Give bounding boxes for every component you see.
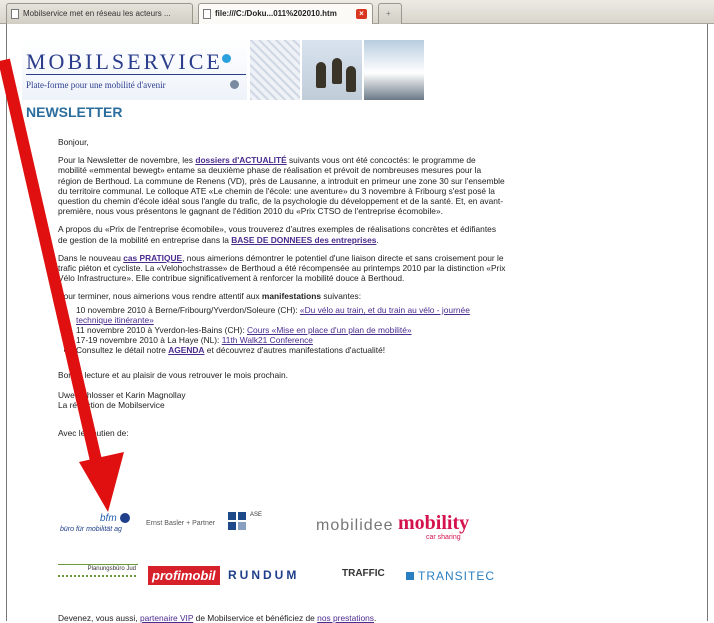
footer-text: Devenez, vous aussi, partenaire VIP de M… (58, 613, 377, 623)
paragraph-cas-pratique: Dans le nouveau cas PRATIQUE, nous aimer… (58, 252, 506, 284)
sponsor-label: Avec le soutien de: (58, 428, 129, 439)
list-item: Consultez le détail notre AGENDA et déco… (76, 345, 506, 355)
tab-label: Mobilservice met en réseau les acteurs .… (23, 9, 171, 18)
logo-dot-icon (230, 80, 239, 89)
mobilservice-logo: MOBILSERVICE Plate-forme pour une mobili… (22, 40, 247, 100)
list-item: 17-19 novembre 2010 à La Haye (NL): 11th… (76, 335, 506, 345)
sponsor-logos-row-2: Planungsbüro Jud profimobil RUNDUM TRAFF… (58, 564, 508, 590)
cas-pratique-link[interactable]: cas PRATIQUE (123, 253, 182, 263)
partenaire-vip-link[interactable]: partenaire VIP (140, 613, 193, 623)
tab-mobilservice[interactable]: Mobilservice met en réseau les acteurs .… (6, 3, 193, 24)
transitec-logo[interactable]: TRANSITEC (406, 569, 495, 583)
logo-divider (26, 74, 246, 75)
mobility-logo[interactable]: mobility car sharing (398, 512, 469, 541)
newsletter-heading: NEWSLETTER (26, 104, 123, 120)
plus-icon: + (386, 9, 391, 18)
close-tab-icon[interactable]: × (356, 9, 367, 19)
closing: Bonne lecture et au plaisir de vous retr… (58, 369, 288, 380)
paragraph-entreprises: A propos du «Prix de l'entreprise écomob… (58, 224, 497, 245)
event-link[interactable]: 11th Walk21 Conference (222, 335, 313, 345)
logo-dot-icon (222, 54, 231, 63)
signature: Uwe Schlosser et Karin Magnollay La rédac… (58, 389, 186, 411)
new-tab-button[interactable]: + (378, 3, 402, 24)
browser-tab-bar: Mobilservice met en réseau les acteurs .… (0, 0, 714, 24)
tab-newsletter-file[interactable]: file:///C:/Doku...011%202010.htm × (198, 3, 373, 24)
page-icon (11, 9, 19, 19)
list-item: 11 novembre 2010 à Yverdon-les-Bains (CH… (76, 325, 506, 335)
page-icon (203, 9, 211, 19)
profimobil-logo[interactable]: profimobil (148, 566, 220, 585)
logo-subtitle: Plate-forme pour une mobilité d'avenir (26, 80, 166, 90)
agenda-link[interactable]: AGENDA (168, 345, 204, 355)
paragraph-manifestations: Pour terminer, nous aimerions vous rendr… (58, 291, 362, 302)
nos-prestations-link[interactable]: nos prestations (317, 613, 374, 623)
bridge-photo (250, 40, 300, 100)
rundum-logo[interactable]: RUNDUM (228, 568, 299, 582)
bfm-logo[interactable]: bfm bürо für mobilität ag (60, 512, 130, 538)
mobilservice-banner[interactable]: MOBILSERVICE Plate-forme pour une mobili… (22, 40, 482, 100)
paragraph-actualite: Pour la Newsletter de novembre, les doss… (58, 155, 505, 217)
planungsbuero-jud-logo[interactable]: Planungsbüro Jud (58, 564, 138, 588)
traffic-logo[interactable]: TRAFFIC (342, 568, 385, 579)
event-link[interactable]: Cours «Mise en place d'un plan de mobili… (247, 325, 412, 335)
mobilidee-logo[interactable]: mobilidee (316, 517, 393, 535)
snow-photo (364, 40, 424, 100)
dossiers-actualite-link[interactable]: dossiers d'ACTUALITÉ (195, 155, 286, 165)
sponsor-logos-row-1: bfm bürо für mobilität ag Ernst Basler +… (60, 512, 470, 541)
tab-label: file:///C:/Doku...011%202010.htm (215, 9, 337, 18)
list-item: 10 novembre 2010 à Berne/Fribourg/Yverdo… (76, 305, 506, 325)
newsletter-body: Bonjour, Pour la Newsletter de novembre,… (58, 137, 506, 446)
base-de-donnees-link[interactable]: BASE DE DONNEES des entreprises (231, 235, 376, 245)
people-photo (302, 40, 362, 100)
events-list: 10 novembre 2010 à Berne/Fribourg/Yverdo… (76, 305, 506, 356)
ernst-basler-partner-logo[interactable]: Ernst Basler + Partner (146, 520, 215, 527)
greeting: Bonjour, (58, 137, 89, 147)
logo-title: MOBILSERVICE (26, 49, 223, 74)
